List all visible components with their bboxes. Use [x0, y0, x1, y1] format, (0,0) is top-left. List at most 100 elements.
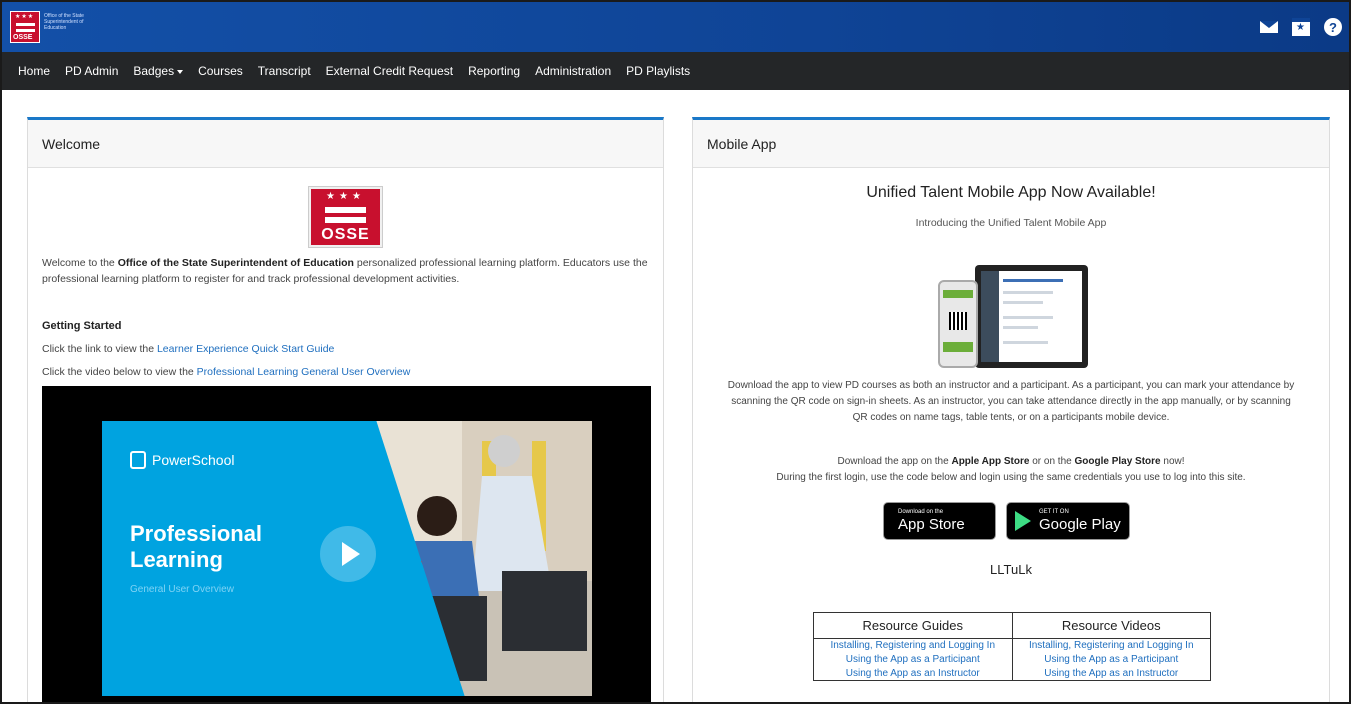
tablet-header-line [1003, 279, 1063, 282]
table-row: Installing, Registering and Logging In I… [813, 638, 1211, 653]
guide-link-instructor[interactable]: Using the App as an Instructor [813, 666, 1013, 681]
nav-transcript[interactable]: Transcript [258, 64, 311, 78]
logo-stripe [325, 207, 366, 213]
tablet-line [1003, 326, 1038, 329]
nav-pd-playlists[interactable]: PD Playlists [626, 64, 690, 78]
tablet-sidebar [981, 271, 999, 362]
video-subtitle: General User Overview [130, 584, 234, 595]
nav-pd-admin[interactable]: PD Admin [65, 64, 118, 78]
nav-transcript-label: Transcript [257, 64, 311, 78]
google-play-badge-small: GET IT ON [1039, 509, 1069, 515]
play-icon [341, 542, 360, 566]
app-device-image [938, 265, 1088, 370]
nav-courses[interactable]: Courses [198, 64, 243, 78]
mobile-description: Download the app to view PD courses as b… [727, 380, 1295, 423]
guide-link-installing[interactable]: Installing, Registering and Logging In [813, 638, 1013, 653]
store-text: or on the [1029, 456, 1075, 467]
nav-home[interactable]: Home [18, 64, 50, 78]
mobile-app-panel: Mobile App Unified Talent Mobile App Now… [692, 117, 1330, 702]
store-text: now! [1160, 456, 1185, 467]
apple-store-name: Apple App Store [951, 456, 1030, 467]
osse-header-logo[interactable]: ★★★ OSSE [10, 11, 40, 43]
nav-pd-playlists-label: PD Playlists [626, 64, 691, 78]
intro-text: Welcome to the [42, 257, 118, 269]
mobile-subheadline: Introducing the Unified Talent Mobile Ap… [915, 217, 1107, 229]
tablet-screen [981, 271, 1082, 362]
nav-administration[interactable]: Administration [535, 64, 611, 78]
qr-code-icon [949, 312, 967, 330]
nav-external-credit-request[interactable]: External Credit Request [326, 64, 453, 78]
nav-badges[interactable]: Badges [133, 64, 184, 78]
resource-videos-header: Resource Videos [1011, 612, 1211, 639]
powerschool-logo-icon [130, 451, 146, 469]
mobile-headline: Unified Talent Mobile App Now Available! [866, 184, 1156, 201]
video-link-instructor[interactable]: Using the App as an Instructor [1011, 666, 1211, 681]
video-title: Professional Learning [130, 521, 262, 573]
header-icons: ? [1253, 2, 1349, 52]
help-button[interactable]: ? [1317, 2, 1349, 52]
login-code: LLTuLk [990, 562, 1032, 577]
top-header: ★★★ OSSE Office of the State Superintend… [2, 2, 1349, 52]
user-overview-text: Click the video below to view the [42, 366, 197, 378]
user-overview-link[interactable]: Professional Learning General User Overv… [197, 366, 411, 378]
guide-link-participant[interactable]: Using the App as a Participant [813, 652, 1013, 667]
getting-started-heading: Getting Started [42, 320, 122, 332]
google-store-name: Google Play Store [1074, 456, 1161, 467]
quick-start-text: Click the link to view the [42, 343, 157, 355]
store-availability: Download the app on the Apple App Store … [693, 456, 1329, 467]
tablet-line [1003, 341, 1048, 344]
welcome-panel: Welcome ★★★ OSSE Welcome to the Office o… [27, 117, 664, 702]
nav-pd-admin-label: PD Admin [65, 64, 119, 78]
resource-guides-header: Resource Guides [813, 612, 1013, 639]
video-link-participant[interactable]: Using the App as a Participant [1011, 652, 1211, 667]
google-play-icon [1015, 511, 1031, 531]
page-frame: ★★★ OSSE Office of the State Superintend… [0, 0, 1351, 704]
tablet-line [1003, 301, 1043, 304]
video-player[interactable]: PowerSchool Professional Learning General… [42, 386, 651, 702]
nav-courses-label: Courses [198, 64, 243, 78]
logo-stripe [16, 29, 35, 32]
welcome-intro: Welcome to the Office of the State Super… [42, 255, 652, 287]
google-play-badge-big: Google Play [1039, 516, 1121, 533]
tablet-line [1003, 291, 1053, 294]
phone-image [938, 280, 978, 368]
nav-administration-label: Administration [535, 64, 612, 78]
logo-stars: ★★★ [15, 14, 35, 20]
app-store-badge-text: Download on the App Store [898, 509, 965, 533]
help-icon: ? [1324, 18, 1342, 36]
logo-stripe [16, 23, 35, 26]
tablet-image [975, 265, 1088, 368]
intro-org-name: Office of the State Superintendent of Ed… [117, 257, 354, 269]
play-button[interactable] [320, 526, 376, 582]
app-store-badge-small: Download on the [898, 509, 944, 515]
table-row: Using the App as a Participant Using the… [813, 652, 1211, 667]
powerschool-brand-text: PowerSchool [152, 452, 235, 468]
video-thumbnail[interactable]: PowerSchool Professional Learning General… [102, 421, 592, 696]
phone-header [943, 290, 973, 298]
app-store-badge-big: App Store [898, 516, 965, 533]
video-title-line: Learning [130, 547, 223, 572]
powerschool-brand: PowerSchool [130, 451, 235, 469]
osse-logo: ★★★ OSSE [309, 187, 382, 247]
quick-start-guide-link[interactable]: Learner Experience Quick Start Guide [157, 343, 334, 355]
table-row: Using the App as an Instructor Using the… [813, 666, 1211, 681]
mobile-panel-title: Mobile App [693, 120, 1329, 168]
calendar-icon [1292, 18, 1310, 36]
calendar-button[interactable] [1285, 2, 1317, 52]
resource-table: Resource Guides Resource Videos Installi… [813, 612, 1211, 681]
chevron-down-icon [177, 69, 184, 74]
video-title-line: Professional [130, 521, 263, 546]
store-text: Download the app on the [837, 456, 952, 467]
user-overview-line: Click the video below to view the Profes… [42, 366, 410, 378]
nav-reporting[interactable]: Reporting [468, 64, 520, 78]
welcome-panel-title: Welcome [28, 120, 663, 168]
login-instructions: During the first login, use the code bel… [776, 472, 1246, 483]
logo-stars: ★★★ [326, 191, 365, 202]
tablet-line [1003, 316, 1053, 319]
google-play-badge[interactable]: GET IT ON Google Play [1006, 502, 1130, 540]
nav-external-credit-label: External Credit Request [325, 64, 454, 78]
app-store-badge[interactable]: Download on the App Store [883, 502, 996, 540]
video-link-installing[interactable]: Installing, Registering and Logging In [1011, 638, 1211, 653]
mail-icon [1260, 21, 1278, 33]
mail-button[interactable] [1253, 2, 1285, 52]
